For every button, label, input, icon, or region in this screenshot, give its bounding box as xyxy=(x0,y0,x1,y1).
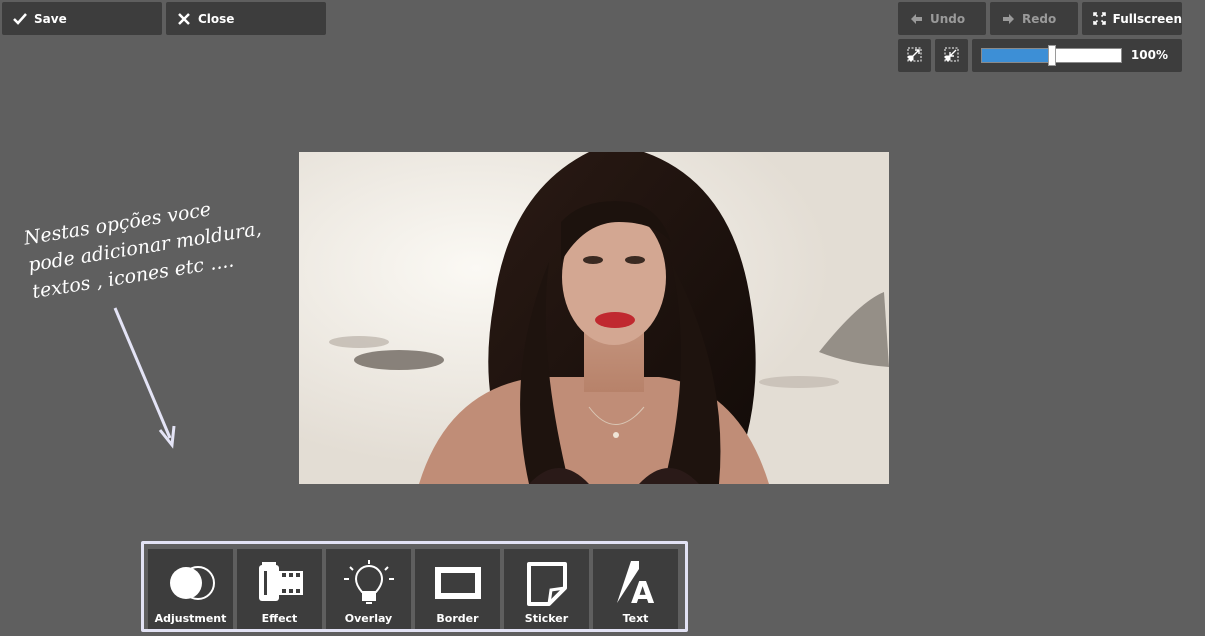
save-label: Save xyxy=(34,11,67,26)
annotation-note: Nestas opções voce pode adicionar moldur… xyxy=(22,198,263,304)
border-label: Border xyxy=(436,612,479,625)
redo-label: Redo xyxy=(1022,11,1057,26)
border-tool-button[interactable]: Border xyxy=(415,549,500,629)
text-label: Text xyxy=(622,612,649,625)
checkmark-icon xyxy=(12,11,28,27)
arrow-left-icon xyxy=(908,11,924,27)
frame-border-icon xyxy=(415,557,500,609)
tools-toolbar: Adjustment Effect Overlay Border Sticker… xyxy=(141,541,688,632)
zoom-slider-fill xyxy=(982,49,1052,62)
close-button[interactable]: Close xyxy=(166,2,326,35)
actual-size-button[interactable] xyxy=(935,39,968,72)
close-icon xyxy=(176,11,192,27)
fullscreen-button[interactable]: Fullscreen xyxy=(1082,2,1182,35)
text-tool-button[interactable]: A Text xyxy=(593,549,678,629)
photo-canvas xyxy=(299,152,889,484)
sticker-tool-button[interactable]: Sticker xyxy=(504,549,589,629)
fullscreen-label: Fullscreen xyxy=(1112,11,1182,26)
svg-text:A: A xyxy=(631,576,655,607)
adjustment-icon xyxy=(148,557,233,609)
adjustment-label: Adjustment xyxy=(154,612,227,625)
film-effect-icon xyxy=(237,557,322,609)
overlay-label: Overlay xyxy=(344,612,393,625)
undo-label: Undo xyxy=(930,11,966,26)
redo-button[interactable]: Redo xyxy=(990,2,1078,35)
expand-diagonal-icon xyxy=(907,47,922,65)
zoom-slider-handle[interactable] xyxy=(1047,45,1056,66)
save-button[interactable]: Save xyxy=(2,2,162,35)
fullscreen-icon xyxy=(1092,11,1107,27)
shrink-diagonal-icon xyxy=(944,47,959,65)
lightbulb-overlay-icon xyxy=(326,557,411,609)
annotation-arrow xyxy=(113,307,176,449)
sticker-icon xyxy=(504,557,589,609)
effect-label: Effect xyxy=(261,612,298,625)
close-label: Close xyxy=(198,11,235,26)
overlay-tool-button[interactable]: Overlay xyxy=(326,549,411,629)
fit-to-screen-button[interactable] xyxy=(898,39,931,72)
text-icon: A xyxy=(593,557,678,609)
effect-tool-button[interactable]: Effect xyxy=(237,549,322,629)
undo-button[interactable]: Undo xyxy=(898,2,986,35)
sticker-label: Sticker xyxy=(524,612,569,625)
adjustment-tool-button[interactable]: Adjustment xyxy=(148,549,233,629)
zoom-level-label: 100% xyxy=(1130,48,1168,62)
arrow-right-icon xyxy=(1000,11,1016,27)
zoom-slider[interactable] xyxy=(981,45,1122,66)
edited-photo xyxy=(299,152,889,484)
zoom-panel: 100% xyxy=(972,39,1182,72)
